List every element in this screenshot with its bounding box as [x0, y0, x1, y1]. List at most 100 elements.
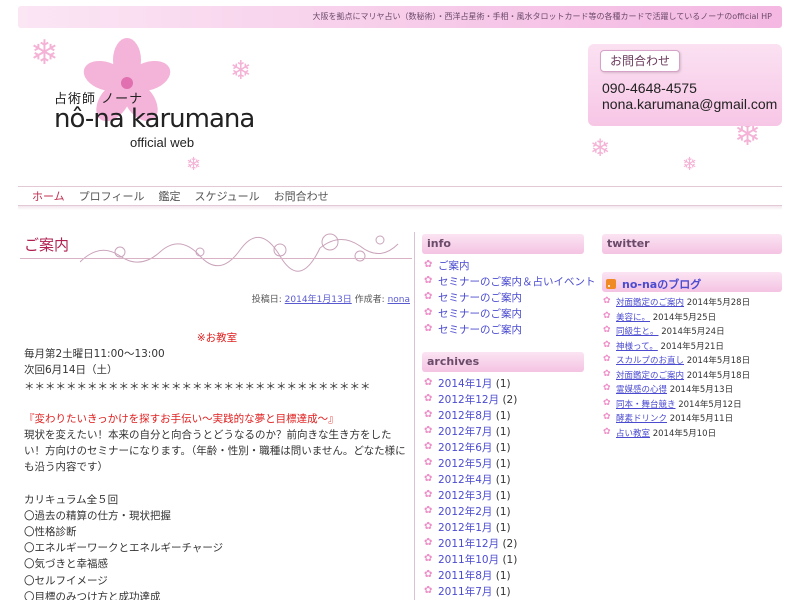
column-divider [414, 232, 415, 600]
blog-item-link[interactable]: 対面鑑定のご案内 [616, 298, 684, 308]
flower-bullet-icon: ✿ [424, 505, 433, 516]
flower-bullet-icon: ✿ [603, 354, 611, 364]
flower-bullet-icon: ✿ [424, 473, 433, 484]
flower-bullet-icon: ✿ [424, 457, 433, 468]
archive-item[interactable]: ✿ 2012年7月 (1) [422, 424, 586, 440]
flower-bullet-icon: ✿ [603, 310, 611, 321]
site-logo[interactable]: 占術師 ノーナ nô-na karumana official web [50, 38, 255, 158]
flower-bullet-icon: ✿ [424, 259, 433, 270]
flower-bullet-icon: ✿ [424, 425, 433, 436]
logo-english-name: nô-na karumana [54, 104, 255, 134]
archive-item[interactable]: ✿ 2012年8月 (1) [422, 408, 586, 424]
curriculum-item: 〇性格診断 [24, 526, 77, 539]
nav-item-contact[interactable]: お問合わせ [274, 188, 329, 204]
post-author-link[interactable]: nona [388, 295, 410, 305]
blog-item: ✿ スカルプのお直し 2014年5月18日 [603, 354, 751, 366]
sidebar-right: twitter no-naのブログ ✿ 対面鑑定のご案内 2014年5月28日 ✿… [602, 234, 782, 441]
archive-item[interactable]: ✿ 2011年7月 (1) [422, 584, 586, 600]
article-body: ※お教室 毎月第2土曜日11:00～13:00 次回6月14日（土） ＊＊＊＊＊… [24, 330, 410, 600]
post-date-link[interactable]: 2014年1月13日 [285, 295, 352, 305]
flower-bullet-icon: ✿ [424, 323, 433, 334]
contact-phone[interactable]: 090-4648-4575 [602, 80, 697, 96]
nav-item-profile[interactable]: プロフィール [79, 188, 145, 204]
blog-item-link[interactable]: 霊媒感の心得 [616, 385, 667, 395]
nav-item-schedule[interactable]: スケジュール [194, 188, 259, 204]
flower-bullet-icon: ✿ [424, 307, 433, 318]
archive-item[interactable]: ✿ 2011年8月 (1) [422, 568, 586, 584]
snowflake-icon: ❄ [186, 154, 202, 175]
flower-bullet-icon: ✿ [603, 339, 611, 350]
flower-bullet-icon: ✿ [603, 383, 611, 393]
snowflake-icon: ❄ [230, 56, 252, 86]
archive-item[interactable]: ✿ 2012年12月 (2) [422, 392, 586, 408]
blog-item-link[interactable]: 酵素ドリンク [616, 414, 667, 424]
info-item[interactable]: ✿ セミナーのご案内＆占いイベント [422, 274, 596, 290]
flower-bullet-icon: ✿ [603, 426, 611, 437]
archive-item[interactable]: ✿ 2012年3月 (1) [422, 488, 586, 504]
blog-list: ✿ 対面鑑定のご案内 2014年5月28日 ✿ 美容に。 2014年5月25日 ✿ 同… [602, 296, 782, 441]
curriculum-title: カリキュラム全５回 [24, 493, 119, 506]
rss-icon[interactable] [606, 278, 616, 289]
flower-bullet-icon: ✿ [424, 537, 433, 548]
curriculum-item: 〇目標のみつけ方と成功達成 [24, 590, 161, 600]
blog-item: ✿ 神様って。 2014年5月21日 [603, 339, 724, 352]
archive-item[interactable]: ✿ 2012年5月 (1) [422, 456, 586, 472]
flower-bullet-icon: ✿ [603, 397, 611, 408]
blog-item-link[interactable]: 神様って。 [616, 342, 658, 352]
info-item[interactable]: ✿ セミナーのご案内 [422, 306, 586, 322]
article-title[interactable]: ご案内 [24, 234, 69, 255]
site-tagline: 大阪を拠点にマリヤ占い（数秘術）・西洋占星術・手相・風水タロットカード等の各種カ… [312, 12, 772, 21]
blog-title-link[interactable]: no-naのブログ [622, 276, 701, 292]
blog-item: ✿ 美容に。 2014年5月25日 [603, 310, 717, 323]
flower-bullet-icon: ✿ [603, 412, 611, 422]
nav-item-reading[interactable]: 鑑定 [158, 188, 180, 204]
widget-title-twitter: twitter [602, 234, 782, 254]
contact-email[interactable]: nona.karumana@gmail.com [602, 96, 777, 112]
archive-item[interactable]: ✿ 2012年6月 (1) [422, 440, 586, 456]
archive-item[interactable]: ✿ 2012年4月 (1) [422, 472, 586, 488]
top-banner: 大阪を拠点にマリヤ占い（数秘術）・西洋占星術・手相・風水タロットカード等の各種カ… [18, 6, 782, 28]
blog-item: ✿ 同級生と。 2014年5月24日 [603, 325, 725, 337]
info-item[interactable]: ✿ ご案内 [422, 258, 586, 274]
info-item[interactable]: ✿ セミナーのご案内 [422, 322, 586, 338]
blog-item-link[interactable]: スカルプのお直し [616, 356, 684, 366]
curriculum-item: 〇エネルギーワークとエネルギーチャージ [24, 542, 224, 555]
curriculum-item: 〇気づきと幸福感 [24, 558, 108, 571]
contact-button[interactable]: お問合わせ [600, 50, 680, 72]
blog-item-link[interactable]: 同本・舞台競き [616, 400, 676, 410]
info-item[interactable]: ✿ セミナーのご案内 [422, 290, 586, 306]
widget-title-archives: archives [422, 352, 584, 372]
archive-item[interactable]: ✿ 2012年1月 (1) [422, 520, 586, 536]
archives-list: ✿ 2014年1月 (1) ✿ 2012年12月 (2) ✿ 2012年8月 (1) … [422, 376, 586, 600]
schedule-line: 毎月第2土曜日11:00～13:00 [24, 348, 165, 361]
schedule-line: 次回6月14日（土） [24, 364, 118, 377]
flower-bullet-icon: ✿ [424, 585, 433, 596]
info-list: ✿ ご案内 ✿ セミナーのご案内＆占いイベント ✿ セミナーのご案内 ✿ セミナーのご案… [422, 258, 596, 338]
archive-item[interactable]: ✿ 2012年2月 (1) [422, 504, 586, 520]
flower-bullet-icon: ✿ [603, 296, 611, 306]
nav-item-home[interactable]: ホーム [32, 188, 65, 204]
flower-bullet-icon: ✿ [424, 553, 433, 564]
blog-item-link[interactable]: 美容に。 [616, 313, 650, 323]
sidebar-left: info ✿ ご案内 ✿ セミナーのご案内＆占いイベント ✿ セミナーのご案内 ✿ セミ… [422, 234, 596, 600]
archive-item[interactable]: ✿ 2014年1月 (1) [422, 376, 586, 392]
flower-bullet-icon: ✿ [424, 275, 433, 286]
snowflake-icon: ❄ [30, 33, 59, 73]
blog-item-link[interactable]: 占い教室 [616, 429, 650, 439]
archive-item[interactable]: ✿ 2011年12月 (2) [422, 536, 586, 552]
catch-phrase: 『変わりたいきっかけを探すお手伝い～実践的な夢と目標達成～』 [24, 412, 339, 425]
blog-item-link[interactable]: 対面鑑定のご案内 [616, 371, 684, 381]
description: 現状を変えたい！本来の自分と向合うとどうなるのか？前向きな生き方をしたい！方向け… [24, 429, 406, 474]
flower-bullet-icon: ✿ [424, 393, 433, 404]
blog-item: ✿ 同本・舞台競き 2014年5月12日 [603, 397, 742, 410]
post-meta: 投稿日: 2014年1月13日 作成者: nona [252, 292, 410, 305]
blog-item: ✿ 占い教室 2014年5月10日 [603, 426, 717, 439]
contact-box: お問合わせ 090-4648-4575 nona.karumana@gmail.… [588, 44, 782, 126]
flower-bullet-icon: ✿ [424, 291, 433, 302]
archive-item[interactable]: ✿ 2011年10月 (1) [422, 552, 586, 568]
blog-item-link[interactable]: 同級生と。 [616, 327, 659, 337]
article-heading: ※お教室 [196, 332, 238, 344]
flower-bullet-icon: ✿ [603, 325, 611, 335]
blog-widget-header[interactable]: no-naのブログ [602, 272, 782, 292]
curriculum-item: 〇セルフイメージ [24, 574, 108, 587]
